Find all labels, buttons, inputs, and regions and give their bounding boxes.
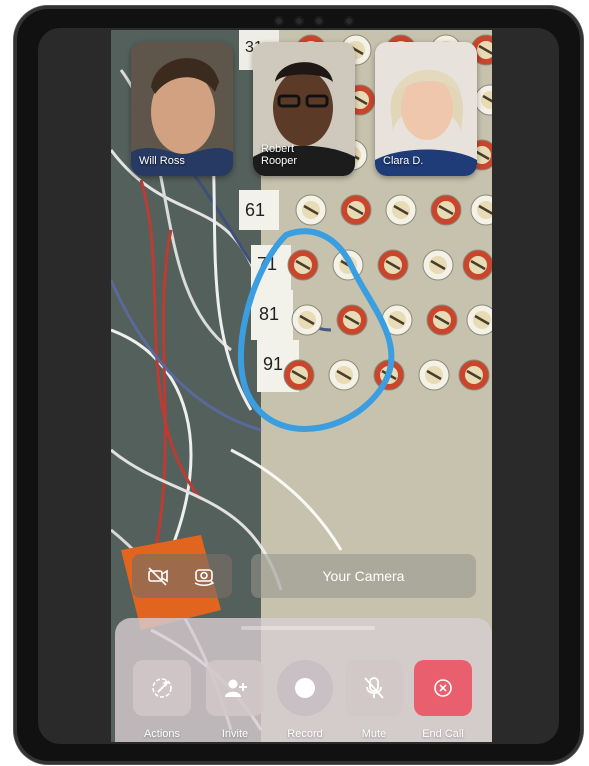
switch-camera-icon [194,569,215,587]
your-camera-label: Your Camera [322,568,405,584]
participant-tile-robert-rooper[interactable]: Robert Rooper [253,42,355,176]
end-call-button[interactable] [414,660,472,716]
mic-off-icon [364,677,384,699]
call-screen: 31 61 71 81 91 Will Ross Robert Rooper [111,30,492,742]
mute-action: Mute [344,660,404,740]
action-label: Actions [143,728,181,740]
patch-label: 81 [259,304,279,324]
drag-handle[interactable] [241,626,375,630]
actions-button[interactable] [133,660,191,716]
camera-sensor-bar [274,16,364,26]
add-person-icon [225,679,247,697]
invite-button[interactable] [206,660,264,716]
mute-button[interactable] [345,660,403,716]
video-off-icon [148,567,168,586]
video-off-button[interactable] [142,560,174,592]
action-label: Record [287,728,323,740]
invite-action: Invite [205,660,265,740]
record-action: Record [275,660,335,740]
your-camera-button[interactable]: Your Camera [251,554,476,598]
action-label: Mute [361,728,387,740]
participant-name: Robert Rooper [261,143,298,167]
end-call-action: End Call [413,660,473,740]
participant-tile-clara-d[interactable]: Clara D. [375,42,477,176]
record-button[interactable] [277,660,333,716]
participant-name: Will Ross [139,155,185,167]
action-label: End Call [422,728,464,740]
switch-camera-button[interactable] [188,560,220,592]
participant-tile-will-ross[interactable]: Will Ross [131,42,233,176]
actions-action: Actions [132,660,192,740]
patch-label: 91 [263,354,283,374]
record-icon [295,678,315,698]
magic-wand-icon [152,678,172,698]
action-label: Invite [221,728,249,740]
patch-label: 61 [245,200,265,220]
participant-name: Clara D. [383,155,424,167]
camera-controls [132,554,232,598]
call-control-panel: Actions Invite Record Mute End Call [115,618,492,742]
end-call-icon [434,679,452,697]
